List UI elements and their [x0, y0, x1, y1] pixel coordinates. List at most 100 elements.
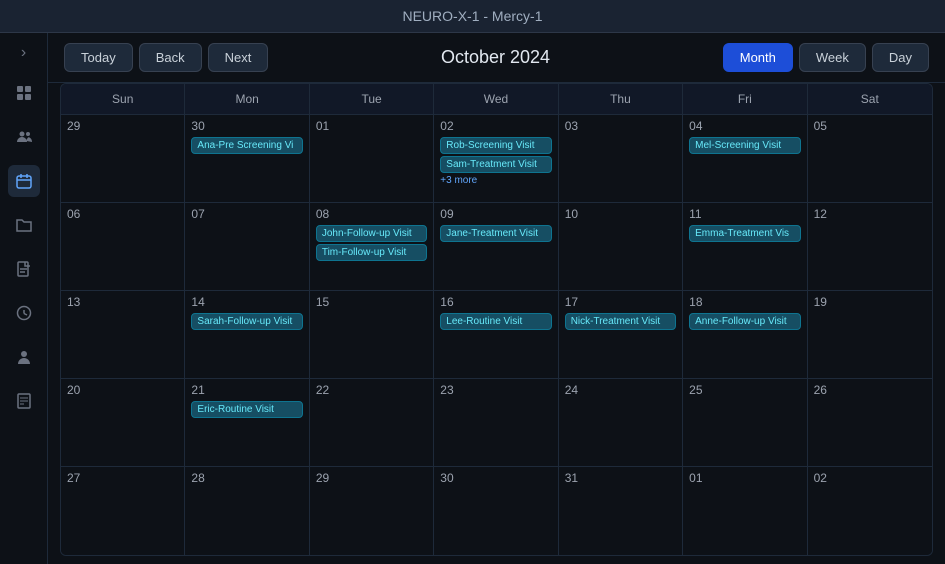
main-layout: ›: [0, 33, 945, 564]
calendar-cell[interactable]: 05: [808, 115, 932, 202]
calendar-cell[interactable]: 29: [310, 467, 434, 555]
cell-date: 02: [440, 119, 551, 133]
today-button[interactable]: Today: [64, 43, 133, 72]
document-icon[interactable]: [8, 253, 40, 285]
calendar-cell[interactable]: 22: [310, 379, 434, 466]
cell-date: 25: [689, 383, 800, 397]
cell-date: 08: [316, 207, 427, 221]
cell-date: 29: [316, 471, 427, 485]
event-pill[interactable]: Eric-Routine Visit: [191, 401, 302, 418]
cell-date: 26: [814, 383, 926, 397]
cell-date: 15: [316, 295, 427, 309]
cell-date: 29: [67, 119, 178, 133]
cell-date: 31: [565, 471, 676, 485]
calendar-cell[interactable]: 10: [559, 203, 683, 290]
calendar-cell[interactable]: 12: [808, 203, 932, 290]
calendar-cell[interactable]: 11Emma-Treatment Vis: [683, 203, 807, 290]
current-period: October 2024: [276, 47, 714, 68]
calendar-cell[interactable]: 13: [61, 291, 185, 378]
sidebar-toggle[interactable]: ›: [12, 41, 36, 65]
calendar-cell[interactable]: 25: [683, 379, 807, 466]
calendar-cell[interactable]: 16Lee-Routine Visit: [434, 291, 558, 378]
calendar-cell[interactable]: 15: [310, 291, 434, 378]
cell-date: 01: [689, 471, 800, 485]
content-area: Today Back Next October 2024 Month Week …: [48, 33, 945, 564]
calendar-cell[interactable]: 30Ana-Pre Screening Vi: [185, 115, 309, 202]
calendar-cell[interactable]: 24: [559, 379, 683, 466]
calendar-cell[interactable]: 21Eric-Routine Visit: [185, 379, 309, 466]
calendar-cell[interactable]: 01: [310, 115, 434, 202]
header-wed: Wed: [434, 84, 558, 114]
toolbar-left: Today Back Next: [64, 43, 268, 72]
person-icon[interactable]: [8, 341, 40, 373]
calendar-grid: Sun Mon Tue Wed Thu Fri Sat 2930Ana-Pre …: [60, 83, 933, 556]
calendar-cell[interactable]: 09Jane-Treatment Visit: [434, 203, 558, 290]
cell-date: 05: [814, 119, 926, 133]
cell-date: 03: [565, 119, 676, 133]
calendar-row-2: 1314Sarah-Follow-up Visit 15 16Lee-Routine…: [61, 291, 932, 379]
header-mon: Mon: [185, 84, 309, 114]
calendar-cell[interactable]: 20: [61, 379, 185, 466]
calendar-cell[interactable]: 31: [559, 467, 683, 555]
calendar-row-3: 20 21Eric-Routine Visit22 23 24 25 26: [61, 379, 932, 467]
calendar-cell[interactable]: 19: [808, 291, 932, 378]
cell-date: 07: [191, 207, 302, 221]
calendar-row-0: 29 30Ana-Pre Screening Vi 01 02 Rob-Screenin…: [61, 115, 932, 203]
header-fri: Fri: [683, 84, 807, 114]
event-pill[interactable]: Sam-Treatment Visit: [440, 156, 551, 173]
event-pill[interactable]: Jane-Treatment Visit: [440, 225, 551, 242]
cell-date: 17: [565, 295, 676, 309]
event-pill[interactable]: Ana-Pre Screening Vi: [191, 137, 302, 154]
month-view-button[interactable]: Month: [723, 43, 793, 72]
clock-icon[interactable]: [8, 297, 40, 329]
header-thu: Thu: [559, 84, 683, 114]
event-pill[interactable]: Rob-Screening Visit: [440, 137, 551, 154]
cell-date: 19: [814, 295, 926, 309]
event-pill[interactable]: Tim-Follow-up Visit: [316, 244, 427, 261]
event-pill[interactable]: Emma-Treatment Vis: [689, 225, 800, 242]
next-button[interactable]: Next: [208, 43, 269, 72]
report-icon[interactable]: [8, 385, 40, 417]
calendar-cell[interactable]: 08 John-Follow-up Visit Tim-Follow-up Visi…: [310, 203, 434, 290]
cell-date: 10: [565, 207, 676, 221]
calendar-cell[interactable]: 23: [434, 379, 558, 466]
calendar-cell[interactable]: 02: [808, 467, 932, 555]
cell-date: 01: [316, 119, 427, 133]
event-pill[interactable]: John-Follow-up Visit: [316, 225, 427, 242]
calendar-cell[interactable]: 29: [61, 115, 185, 202]
folder-icon[interactable]: [8, 209, 40, 241]
more-events-link[interactable]: +3 more: [440, 175, 551, 186]
calendar-cell[interactable]: 07: [185, 203, 309, 290]
back-button[interactable]: Back: [139, 43, 202, 72]
calendar-cell[interactable]: 03: [559, 115, 683, 202]
calendar-cell[interactable]: 28: [185, 467, 309, 555]
calendar-icon[interactable]: [8, 165, 40, 197]
event-pill[interactable]: Anne-Follow-up Visit: [689, 313, 800, 330]
calendar-cell[interactable]: 01: [683, 467, 807, 555]
calendar-cell[interactable]: 26: [808, 379, 932, 466]
calendar-cell[interactable]: 17 Nick-Treatment Visit: [559, 291, 683, 378]
calendar-cell[interactable]: 27: [61, 467, 185, 555]
calendar-cell[interactable]: 02 Rob-Screening Visit Sam-Treatment Visit…: [434, 115, 558, 202]
calendar-cell[interactable]: 14Sarah-Follow-up Visit: [185, 291, 309, 378]
cell-date: 28: [191, 471, 302, 485]
header-tue: Tue: [310, 84, 434, 114]
calendar-cell[interactable]: 30: [434, 467, 558, 555]
calendar-cell[interactable]: 04Mel-Screening Visit: [683, 115, 807, 202]
cell-date: 20: [67, 383, 178, 397]
header-sat: Sat: [808, 84, 932, 114]
grid-icon[interactable]: [8, 77, 40, 109]
event-pill[interactable]: Lee-Routine Visit: [440, 313, 551, 330]
event-pill[interactable]: Mel-Screening Visit: [689, 137, 800, 154]
app-title: NEURO-X-1 - Mercy-1: [402, 8, 542, 24]
calendar-cell[interactable]: 06: [61, 203, 185, 290]
calendar-cell[interactable]: 18Anne-Follow-up Visit: [683, 291, 807, 378]
event-pill[interactable]: Sarah-Follow-up Visit: [191, 313, 302, 330]
users-icon[interactable]: [8, 121, 40, 153]
cell-date: 30: [440, 471, 551, 485]
cell-date: 23: [440, 383, 551, 397]
week-view-button[interactable]: Week: [799, 43, 866, 72]
event-pill[interactable]: Nick-Treatment Visit: [565, 313, 676, 330]
calendar-container: Sun Mon Tue Wed Thu Fri Sat 2930Ana-Pre …: [48, 83, 945, 564]
day-view-button[interactable]: Day: [872, 43, 929, 72]
